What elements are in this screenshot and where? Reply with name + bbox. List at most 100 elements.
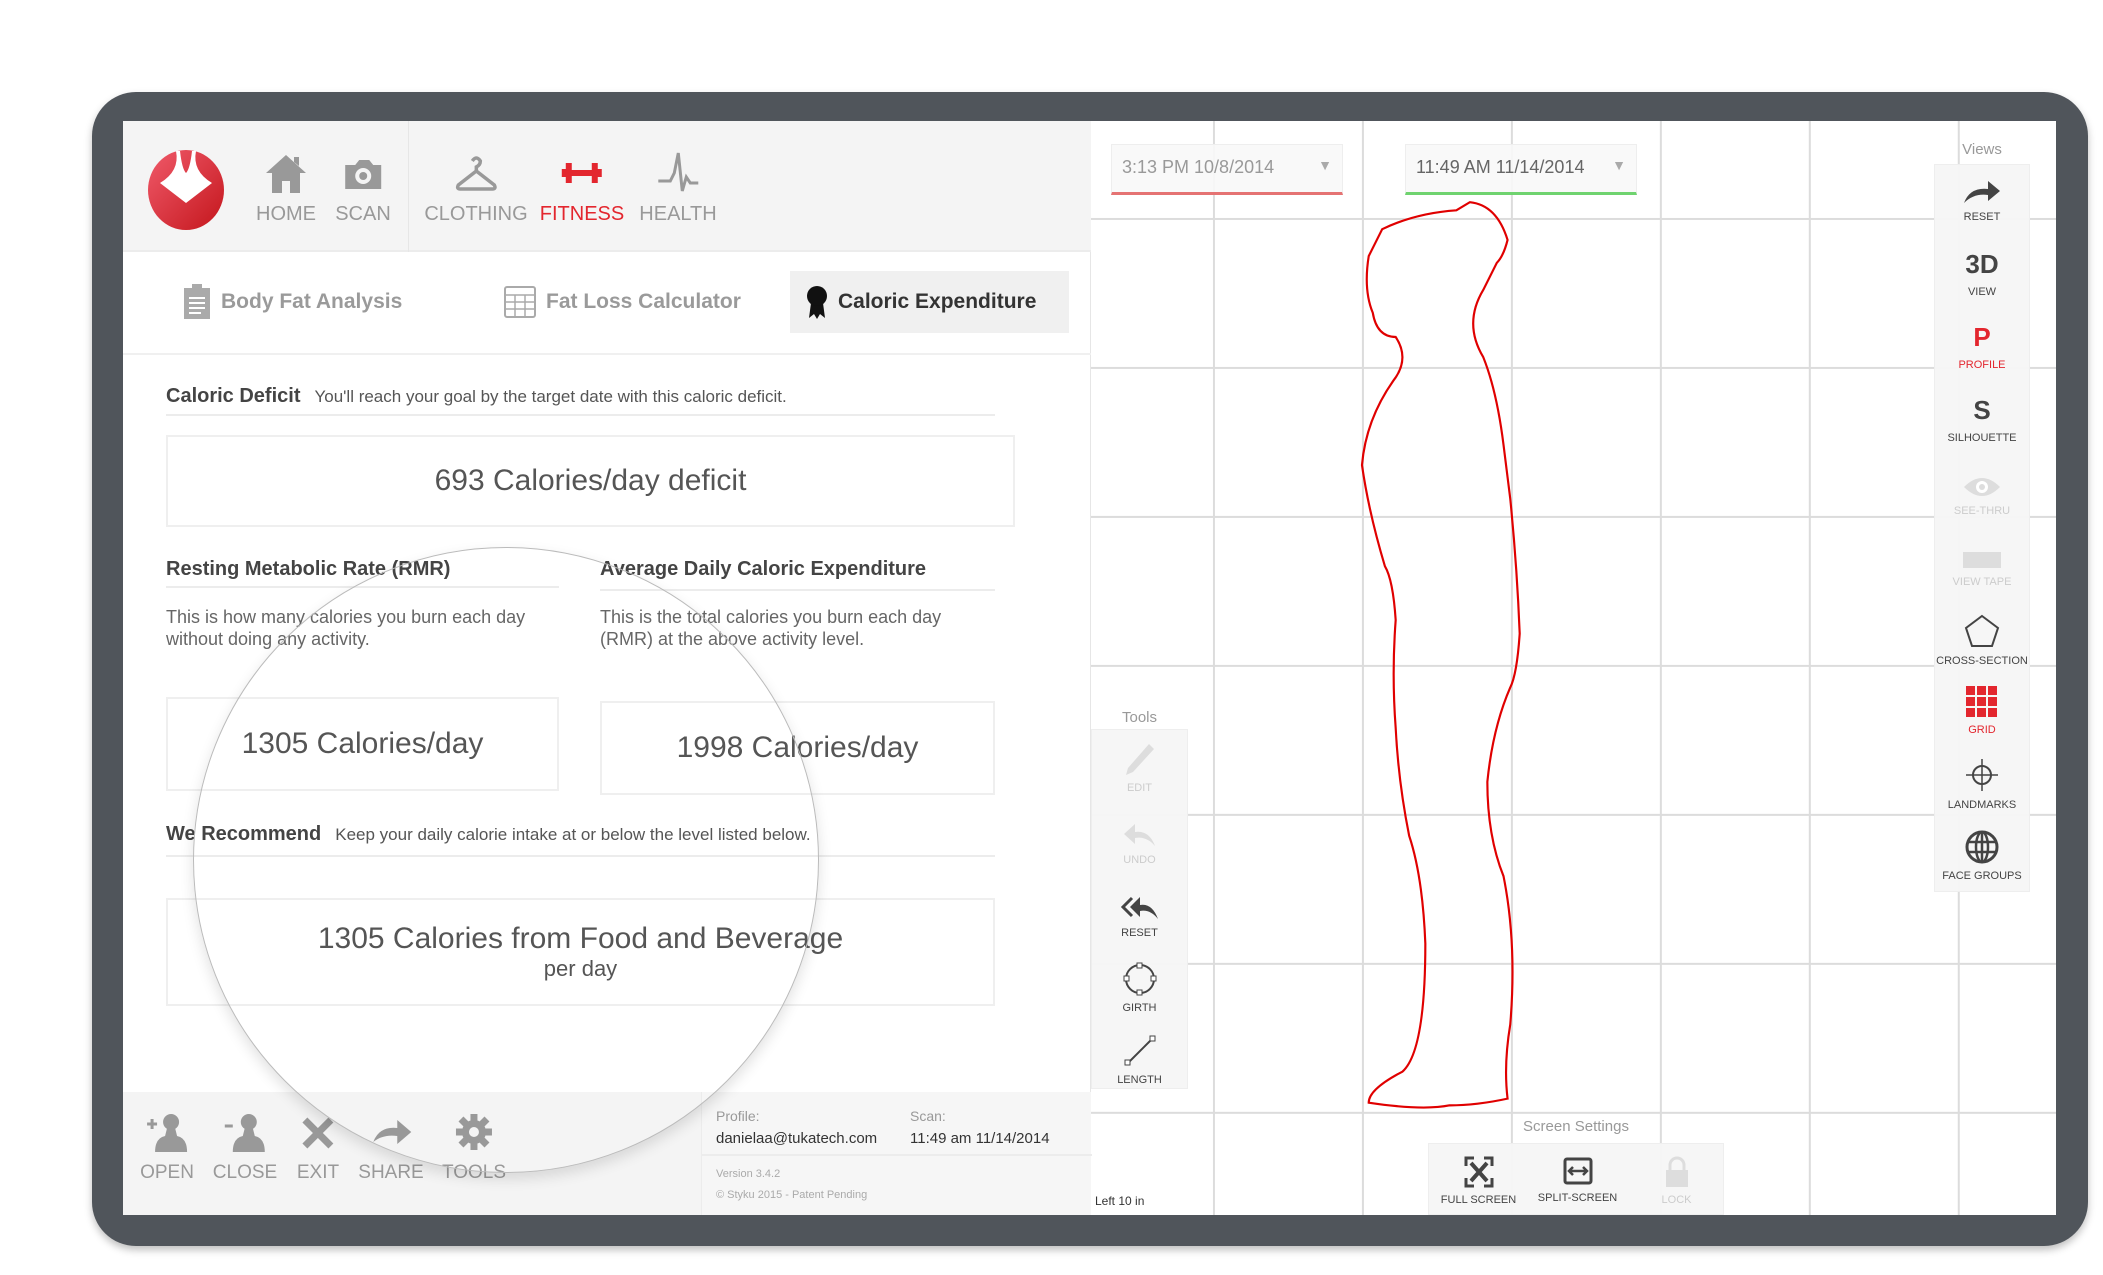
view-profile-button[interactable]: P PROFILE [1935, 322, 2029, 371]
adce-title: Average Daily Caloric Expenditure [600, 558, 927, 580]
view-reset-button[interactable]: RESET [1935, 179, 2029, 223]
button-label: EXIT [296, 1162, 340, 1183]
heartbeat-icon [657, 152, 698, 192]
recommend-per-day: per day [543, 956, 618, 981]
tab-label: Caloric Expenditure [838, 290, 1037, 313]
share-button[interactable]: SHARE [358, 1112, 424, 1184]
globe-icon [1965, 830, 1999, 864]
undo-icon [1123, 824, 1155, 846]
tool-length-button[interactable]: LENGTH [1092, 1034, 1187, 1086]
calculator-icon [504, 286, 536, 318]
view-see-thru-button[interactable]: SEE-THRU [1935, 475, 2029, 517]
silhouette-icon: S [1973, 395, 1991, 425]
tape-measure-icon [1963, 552, 2001, 568]
caloric-deficit-subtitle: You'll reach your goal by the target dat… [314, 387, 787, 406]
nav-label: HOME [256, 203, 316, 225]
nav-label: FITNESS [539, 203, 625, 225]
button-label: CLOSE [212, 1162, 278, 1183]
rmr-description: This is how many calories you burn each … [166, 607, 526, 649]
adce-description: This is the total calories you burn each… [600, 607, 942, 649]
views-title: Views [1962, 141, 2002, 158]
close-button[interactable]: CLOSE [213, 1112, 277, 1184]
footer-toolbar: OPEN CLOSE EXIT SHARE TOOLS Profile: dan… [123, 1092, 1092, 1215]
share-icon [373, 1120, 411, 1144]
fullscreen-icon [1464, 1156, 1493, 1188]
scan-label: Scan: [910, 1108, 946, 1124]
nav-label: HEALTH [639, 203, 717, 225]
recommend-subtitle: Keep your daily calorie intake at or bel… [335, 825, 811, 844]
rmr-title: Resting Metabolic Rate (RMR) [166, 558, 451, 580]
split-screen-button[interactable]: SPLIT-SCREEN [1528, 1156, 1627, 1204]
divider [166, 414, 995, 416]
divider [600, 589, 995, 591]
nav-divider [408, 121, 409, 252]
exit-button[interactable]: EXIT [297, 1112, 339, 1184]
tool-undo-button[interactable]: UNDO [1092, 822, 1187, 866]
nav-clothing[interactable]: CLOTHING [424, 151, 528, 226]
version-text: Version 3.4.2 [716, 1168, 781, 1180]
3d-icon: 3D [1965, 249, 1999, 279]
tool-reset-button[interactable]: RESET [1092, 895, 1187, 939]
home-icon [266, 155, 306, 193]
reset-all-icon [1120, 896, 1158, 919]
view-landmarks-button[interactable]: LANDMARKS [1935, 757, 2029, 811]
remove-user-icon [224, 1114, 265, 1152]
open-button[interactable]: OPEN [140, 1112, 194, 1184]
close-icon [302, 1117, 334, 1149]
view-grid-button[interactable]: GRID [1935, 686, 2029, 736]
nav-home[interactable]: HOME [256, 151, 316, 226]
view-tape-button[interactable]: VIEW TAPE [1935, 550, 2029, 588]
profile-info: Profile: danielaa@tukatech.com Scan: 11:… [701, 1092, 1092, 1215]
tools-title: Tools [1121, 709, 1158, 726]
screen-settings-panel: FULL SCREEN SPLIT-SCREEN LOCK [1428, 1143, 1724, 1215]
styku-logo[interactable] [146, 149, 226, 231]
profile-icon: P [1973, 322, 1991, 352]
button-label: TOOLS [441, 1162, 507, 1183]
tab-label: Body Fat Analysis [221, 290, 403, 313]
divider [166, 586, 559, 588]
view-face-groups-button[interactable]: FACE GROUPS [1935, 830, 2029, 882]
pentagon-icon [1964, 614, 2000, 647]
tab-fat-loss-calculator[interactable]: Fat Loss Calculator [488, 271, 757, 333]
view-3d-button[interactable]: 3D VIEW [1935, 249, 2029, 298]
divider [166, 855, 995, 857]
girth-icon [1123, 962, 1156, 996]
tab-caloric-expenditure[interactable]: Caloric Expenditure [790, 271, 1069, 333]
tools-panel: EDIT UNDO RESET GIRTH LENGTH [1091, 729, 1188, 1089]
grid-icon [1966, 686, 1997, 717]
copyright-text: © Styku 2015 - Patent Pending [716, 1189, 868, 1201]
redo-arrow-icon [1964, 181, 2000, 203]
tool-edit-button[interactable]: EDIT [1092, 742, 1187, 794]
nav-health[interactable]: HEALTH [639, 151, 717, 226]
tools-button[interactable]: TOOLS [442, 1112, 506, 1184]
tab-body-fat-analysis[interactable]: Body Fat Analysis [167, 271, 418, 333]
divider [702, 1154, 1092, 1156]
views-panel: RESET 3D VIEW P PROFILE S SILHOUETTE SEE-TH… [1934, 164, 2030, 892]
body-silhouette [1360, 201, 1521, 1109]
gear-icon [456, 1114, 492, 1150]
adce-value: 1998 Calories/day [600, 701, 995, 795]
view-cross-section-button[interactable]: CROSS-SECTION [1935, 613, 2029, 667]
full-screen-button[interactable]: FULL SCREEN [1429, 1156, 1528, 1206]
lock-button[interactable]: LOCK [1627, 1156, 1726, 1206]
profile-value: danielaa@tukatech.com [716, 1130, 878, 1147]
hanger-icon [455, 156, 497, 191]
recommend-title: We Recommend Keep your daily calorie inta… [166, 823, 811, 845]
measurement-status: Left 10 in [1095, 1194, 1145, 1208]
nav-scan[interactable]: SCAN [335, 151, 391, 226]
clipboard-icon [184, 284, 210, 319]
body-viewer[interactable]: 3:13 PM 10/8/2014 ▼ 11:49 AM 11/14/2014 ▼ … [1091, 121, 2056, 1215]
dumbbell-icon [561, 163, 602, 183]
tool-girth-button[interactable]: GIRTH [1092, 962, 1187, 1014]
scan-value: 11:49 am 11/14/2014 [910, 1130, 1050, 1147]
divider [123, 353, 1091, 355]
nav-label: CLOTHING [424, 203, 528, 225]
award-ribbon-icon [807, 286, 827, 319]
profile-label: Profile: [716, 1108, 760, 1124]
recommend-value: 1305 Calories from Food and Beverage per … [166, 898, 995, 1006]
app-screen: HOME SCAN CLOTHING FITNESS HEALTH Body F… [123, 121, 2056, 1215]
caloric-deficit-value: 693 Calories/day deficit [166, 435, 1015, 527]
nav-fitness[interactable]: FITNESS [540, 151, 624, 226]
view-silhouette-button[interactable]: S SILHOUETTE [1935, 395, 2029, 444]
rmr-value: 1305 Calories/day [166, 697, 559, 791]
